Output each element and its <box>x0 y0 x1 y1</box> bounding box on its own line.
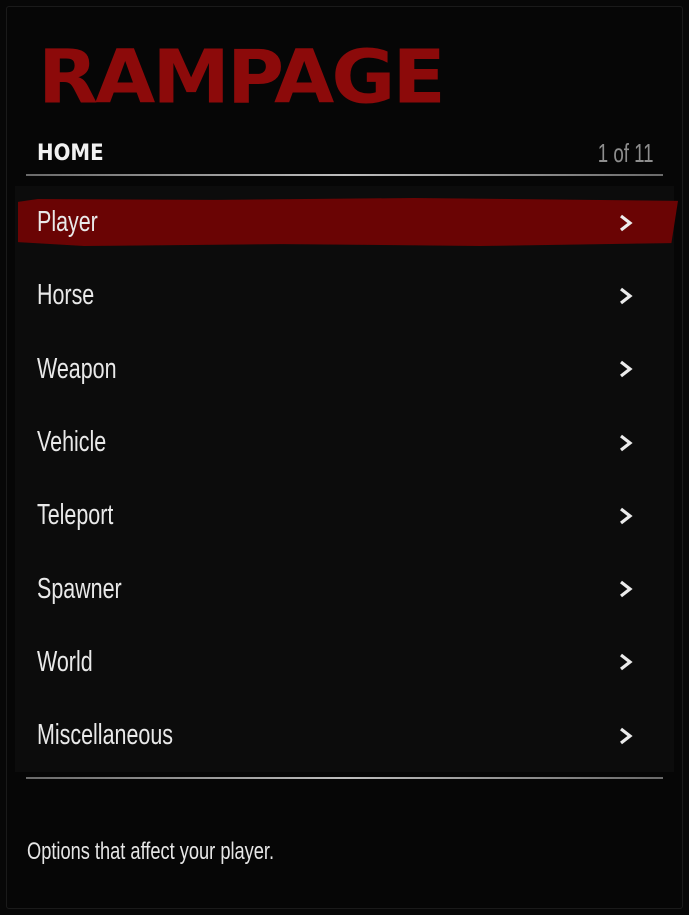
menu-list: Player Horse Weapon Vehicle Teleport Spa… <box>15 186 674 772</box>
chevron-right-icon <box>620 507 633 525</box>
menu-item-world[interactable]: World <box>15 626 674 699</box>
chevron-right-icon <box>620 360 633 378</box>
chevron-right-icon <box>620 287 633 305</box>
menu-item-label: Miscellaneous <box>37 719 173 752</box>
menu-item-spawner[interactable]: Spawner <box>15 552 674 625</box>
mod-menu-window: RAMPAGE HOME 1 of 11 Player Horse Weapon… <box>0 0 689 915</box>
menu-list-panel: Player Horse Weapon Vehicle Teleport Spa… <box>15 186 674 772</box>
menu-header: HOME 1 of 11 <box>37 137 654 169</box>
section-title: HOME <box>37 140 104 166</box>
menu-item-label: World <box>37 645 93 678</box>
menu-item-label: Horse <box>37 279 95 312</box>
app-logo: RAMPAGE <box>38 35 446 121</box>
page-counter: 1 of 11 <box>598 137 654 168</box>
chevron-right-icon <box>620 727 633 744</box>
item-description: Options that affect your player. <box>27 838 275 865</box>
menu-item-horse[interactable]: Horse <box>15 259 674 332</box>
chevron-right-icon <box>620 434 633 451</box>
menu-item-weapon[interactable]: Weapon <box>15 333 674 406</box>
menu-item-label: Player <box>37 206 98 239</box>
menu-item-label: Weapon <box>37 352 117 385</box>
header-divider <box>26 174 663 176</box>
chevron-right-icon <box>620 580 633 598</box>
menu-item-label: Teleport <box>37 499 114 532</box>
menu-item-teleport[interactable]: Teleport <box>15 479 674 552</box>
footer-divider <box>26 777 663 779</box>
menu-item-miscellaneous[interactable]: Miscellaneous <box>15 699 674 772</box>
chevron-right-icon <box>620 214 633 231</box>
menu-item-label: Vehicle <box>37 426 107 459</box>
menu-item-label: Spawner <box>37 572 122 605</box>
chevron-right-icon <box>620 654 633 671</box>
menu-item-player[interactable]: Player <box>15 186 674 259</box>
menu-item-vehicle[interactable]: Vehicle <box>15 406 674 479</box>
